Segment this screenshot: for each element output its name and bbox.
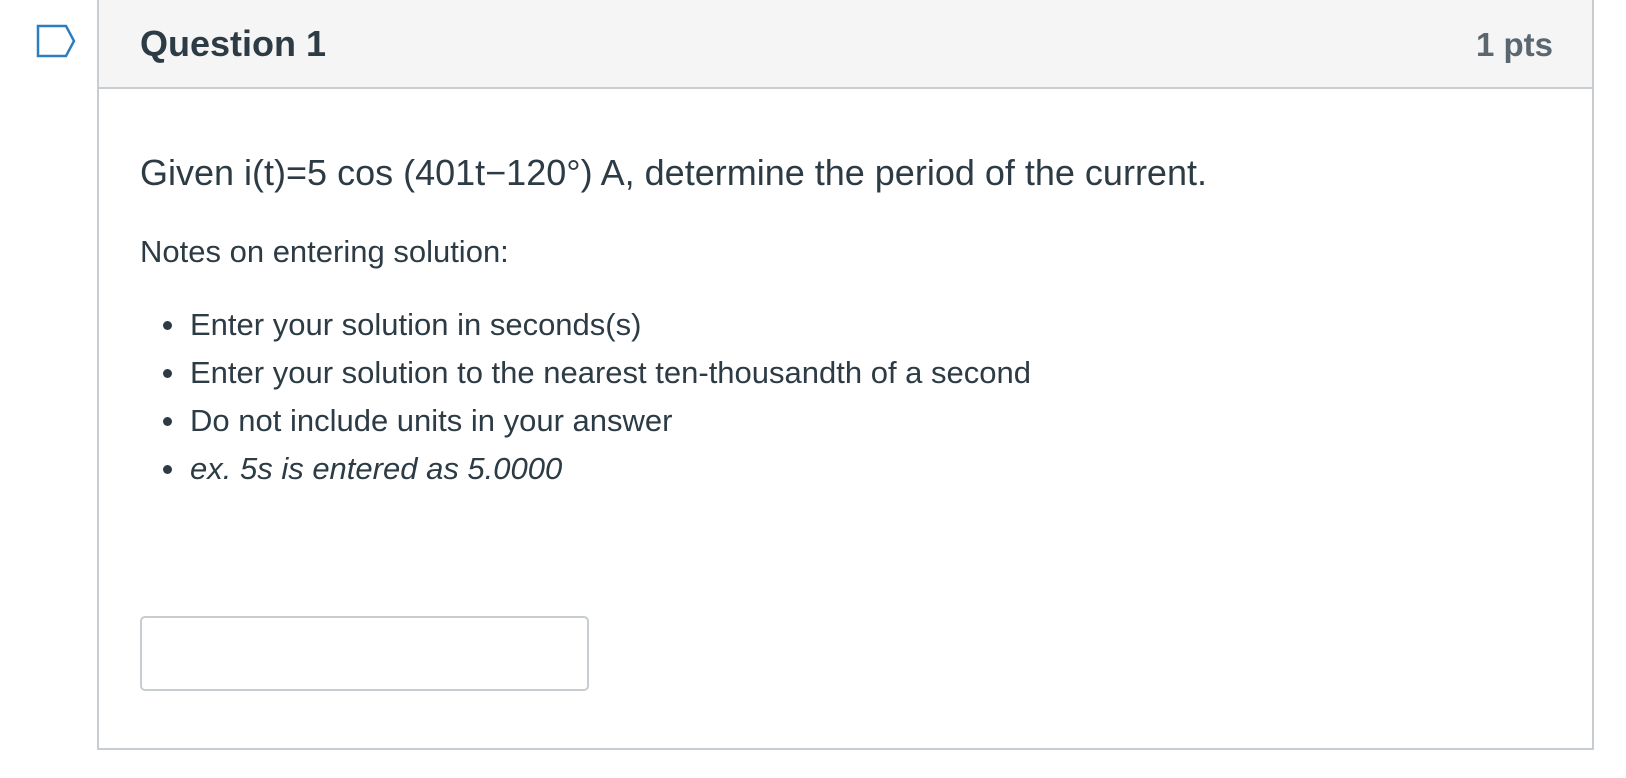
answer-input[interactable] xyxy=(140,616,589,691)
quiz-page: { "question": { "title": "Question 1", "… xyxy=(0,0,1626,778)
flag-question-icon[interactable] xyxy=(36,24,78,58)
question-card: Question 1 1 pts Given i(t)=5 cos (401t−… xyxy=(97,0,1594,750)
question-header: Question 1 1 pts xyxy=(99,0,1592,89)
notes-list: Enter your solution in seconds(s) Enter … xyxy=(140,301,1031,493)
question-points: 1 pts xyxy=(1475,26,1553,63)
note-item-units: Enter your solution in seconds(s) xyxy=(140,301,1031,349)
note-item-precision: Enter your solution to the nearest ten-t… xyxy=(140,349,1031,397)
note-item-example: ex. 5s is entered as 5.0000 xyxy=(140,445,1031,493)
notes-heading: Notes on entering solution: xyxy=(140,234,509,269)
note-item-no-units: Do not include units in your answer xyxy=(140,397,1031,445)
question-text: Given i(t)=5 cos (401t−120°) A, determin… xyxy=(140,152,1207,193)
question-title: Question 1 xyxy=(140,23,327,64)
